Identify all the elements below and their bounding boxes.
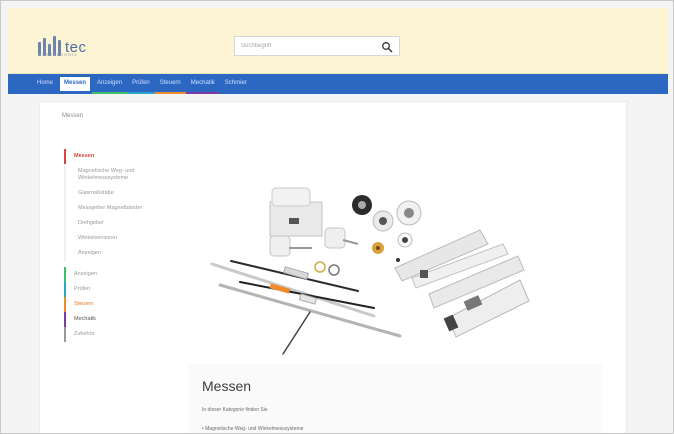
search-icon[interactable] [381,40,393,53]
main-content: Messen In dieser Kategorie finden Sie • … [188,148,602,433]
content-panel: Messen Messen Magnetische Weg- und Winke… [39,101,627,433]
browser-frame: tec MESSTECHNIK Home Messen Anzeigen Prü… [0,0,674,434]
sidebar-item-messen[interactable]: Messen [64,149,168,164]
breadcrumb[interactable]: Messen [62,113,83,119]
sidebar-item-pruefen[interactable]: Prüfen [64,282,168,297]
sidebar-item-zubehoer[interactable]: Zubehör [64,327,168,342]
sidebar-item-glasmassstaebe[interactable]: Glasmaßstäbe [64,186,168,201]
intro-text: In dieser Kategorie finden Sie [202,407,268,413]
main-nav: Home Messen Anzeigen Prüfen Steuern Mech… [8,74,668,94]
nav-steuern[interactable]: Steuern [154,74,186,94]
list-item-text: Magnetische Weg- und Winkelmesssysteme [205,426,304,432]
product-hero-image [188,148,602,364]
nav-schmier[interactable]: Schmier [220,74,252,94]
category-sidebar: Messen Magnetische Weg- und Winkelmesssy… [64,149,168,359]
sidebar-item-mechatik[interactable]: Mechatik [64,312,168,327]
sidebar-item-anzeigen[interactable]: Anzeigen [64,267,168,282]
nav-anzeigen[interactable]: Anzeigen [92,74,128,94]
search-input[interactable] [235,37,375,55]
sidebar-item-steuern[interactable]: Steuern [64,297,168,312]
control-box-image [269,187,323,237]
site-logo[interactable]: tec MESSTECHNIK [38,30,124,57]
nav-messen[interactable]: Messen [60,77,91,91]
site-header: tec MESSTECHNIK [8,8,668,74]
search-box [234,36,400,56]
sidebar-item-magnetische[interactable]: Magnetische Weg- und Winkelmesssysteme [64,164,168,186]
sidebar-item-winkelsensoren[interactable]: Winkelsensoren [64,231,168,246]
sidebar-item-drehgeber[interactable]: Drehgeber [64,216,168,231]
nav-pruefen[interactable]: Prüfen [127,74,155,94]
measuring-rods-image [210,260,402,355]
nav-mechatik[interactable]: Mechatik [185,74,220,94]
sidebar-item-anzeigen-sub[interactable]: Anzeigen [64,246,168,261]
linear-slide-image [394,229,530,338]
logo-subtitle: MESSTECHNIK [38,52,78,57]
sidebar-item-magnetbaender[interactable]: Messgeber Magnetbänder [64,201,168,216]
nav-home[interactable]: Home [32,74,58,94]
page-title: Messen [202,378,252,394]
list-item: • Magnetische Weg- und Winkelmesssysteme [202,426,304,432]
